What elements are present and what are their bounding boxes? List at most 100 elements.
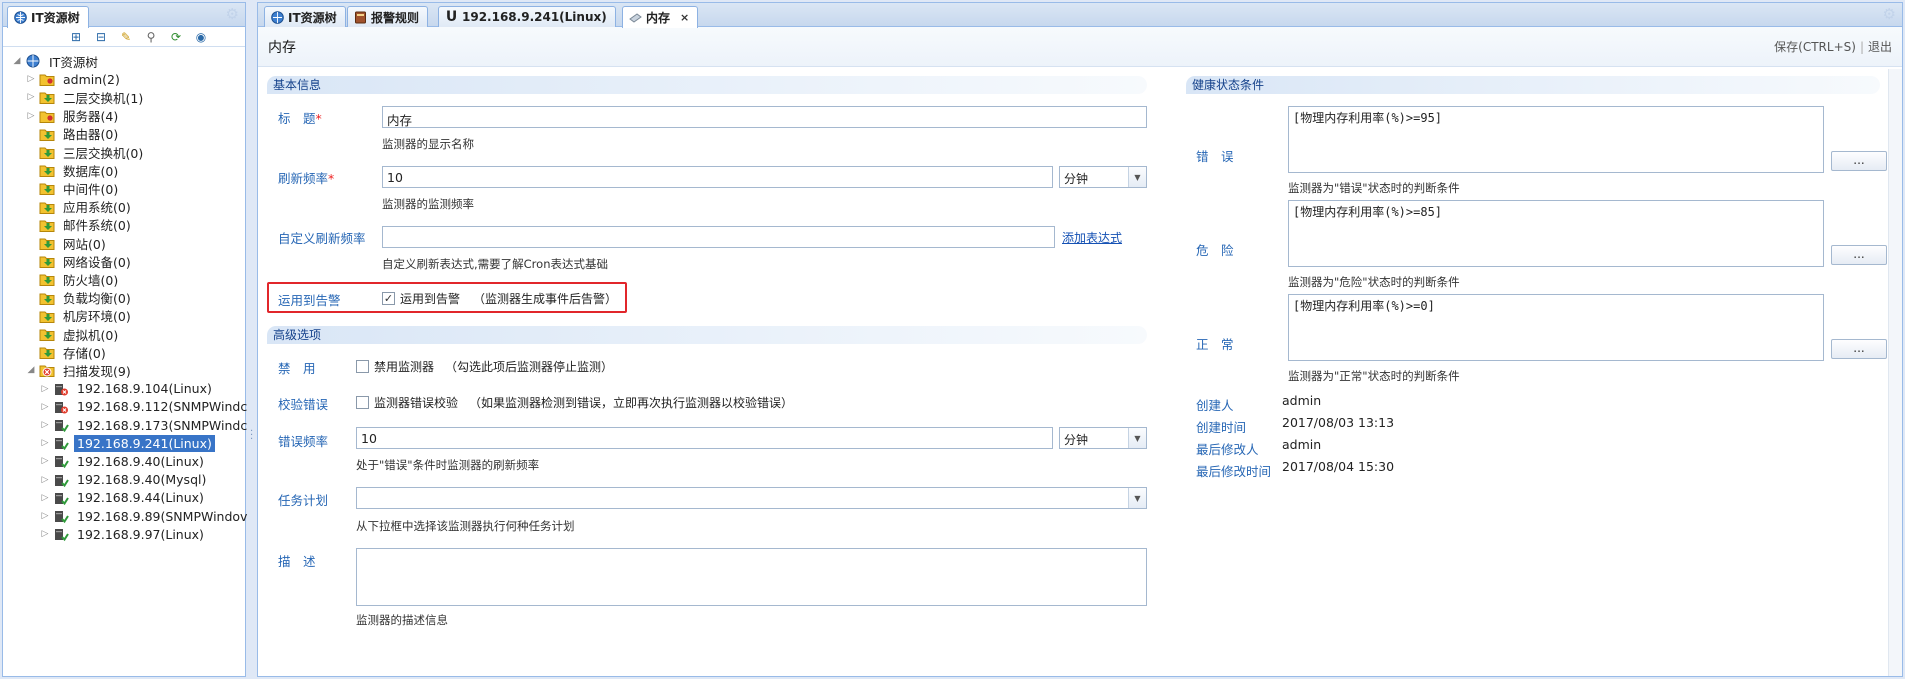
refresh-input[interactable]: 10 [382,166,1053,188]
tree-node[interactable]: ▷ 192.168.9.112(SNMPWindc [39,397,250,417]
description-textarea[interactable] [356,548,1147,606]
collapse-all-icon[interactable]: ⊟ [93,30,109,45]
collapse-toggle-icon[interactable]: ◢ [25,365,37,375]
folder-arrow-icon [39,344,55,360]
expand-toggle-icon[interactable]: ▷ [39,384,51,394]
tab-label: 内存 [646,11,671,25]
apply-alarm-note: （监测器生成事件后告警） [473,292,618,306]
folder-arrow-icon [39,162,55,178]
tree-node[interactable]: ▷ 192.168.9.241(Linux) [39,433,215,453]
expand-toggle-icon[interactable]: ▷ [39,529,51,539]
expand-toggle-icon[interactable]: ▷ [39,456,51,466]
tab-memory[interactable]: 内存 × [622,6,699,28]
save-button[interactable]: 保存(CTRL+S) [1774,38,1856,55]
tree-node[interactable]: ▷ 192.168.9.40(Linux) [39,451,207,471]
server-ok-icon [53,417,69,433]
section-advanced: 高级选项 [267,326,1147,344]
tree-node-label: 192.168.9.104(Linux) [77,381,212,397]
folder-arrow-icon [39,253,55,269]
globe-icon [25,53,41,69]
expand-toggle-icon[interactable]: ▷ [25,74,37,84]
server-ok-icon [53,526,69,542]
tree-node[interactable]: ▷ 192.168.9.97(Linux) [39,524,207,544]
disable-text: 禁用监测器 [374,360,435,374]
error-condition-textarea[interactable]: [物理内存利用率(%)>=95] [1288,106,1824,173]
custom-refresh-input[interactable] [382,226,1055,248]
refresh-unit-select[interactable]: 分钟 ▼ [1059,166,1147,188]
error-condition-edit-button[interactable]: ... [1831,151,1887,171]
tab-alarm-rules[interactable]: 报警规则 [347,6,429,27]
checkbox-empty-icon [356,396,369,409]
folder-arrow-icon [39,199,55,215]
refresh-icon[interactable]: ⟳ [168,30,184,45]
collapse-toggle-icon[interactable]: ◢ [11,56,23,66]
apply-alarm-checkbox[interactable]: ✓ 运用到告警 （监测器生成事件后告警） [382,290,617,307]
expand-toggle-icon[interactable]: ▷ [39,493,51,503]
locate-icon[interactable]: ✎ [118,30,134,45]
add-expression-link[interactable]: 添加表达式 [1062,229,1122,246]
exit-button[interactable]: 退出 [1868,38,1892,55]
danger-condition-edit-button[interactable]: ... [1831,245,1887,265]
chevron-down-icon[interactable]: ▼ [1128,428,1146,448]
verify-note: （如果监测器检测到错误，立即再次执行监测器以校验错误） [469,396,794,410]
description-hint: 监测器的描述信息 [356,613,448,627]
expand-toggle-icon[interactable]: ▷ [39,402,51,412]
server-error-icon [53,399,69,415]
tree-node[interactable]: ▷ 192.168.9.104(Linux) [39,379,215,399]
expand-toggle-icon[interactable]: ▷ [39,511,51,521]
search-icon[interactable]: ⚲ [143,30,159,45]
schedule-select[interactable]: ▼ [356,487,1147,509]
tree-node[interactable]: ▷ 192.168.9.89(SNMPWindov [39,506,250,526]
error-freq-unit-select[interactable]: 分钟 ▼ [1059,427,1147,449]
server-ok-icon [53,453,69,469]
danger-condition-textarea[interactable]: [物理内存利用率(%)>=85] [1288,200,1824,267]
custom-refresh-label: 自定义刷新频率 [278,231,366,246]
expand-toggle-icon[interactable]: ▷ [25,92,37,102]
tree-node[interactable]: ▷ 192.168.9.44(Linux) [39,488,207,508]
tree-node[interactable]: ◢ IT资源树 [11,51,101,71]
monitor-editor-panel: IT资源树 报警规则 U 192.168.9.241(Linux) 内存 × ⚙… [257,2,1903,677]
expand-toggle-icon[interactable]: ▷ [39,438,51,448]
error-condition-label: 错 误 [1196,149,1234,164]
tab-it-resource-tree-main[interactable]: IT资源树 [264,6,346,27]
error-freq-unit-value: 分钟 [1064,433,1089,447]
tree-node-label: 192.168.9.112(SNMPWindc [77,399,248,415]
normal-condition-edit-button[interactable]: ... [1831,339,1887,359]
normal-condition-textarea[interactable]: [物理内存利用率(%)>=0] [1288,294,1824,361]
tab-label: 报警规则 [371,10,420,25]
error-freq-label: 错误频率 [278,434,329,449]
gear-icon[interactable]: ⚙ [226,7,239,22]
server-ok-icon [53,508,69,524]
title-input[interactable]: 内存 [382,106,1147,128]
tree-node[interactable]: ▷ 192.168.9.173(SNMPWindc [39,415,250,435]
expand-toggle-icon[interactable]: ▷ [25,111,37,121]
tab-host-linux[interactable]: U 192.168.9.241(Linux) [438,6,616,27]
expand-toggle-icon[interactable]: ▷ [39,420,51,430]
view-icon[interactable]: ◉ [193,30,209,45]
danger-condition-label: 危 险 [1196,243,1234,258]
expand-toggle-icon[interactable]: ▷ [39,475,51,485]
page-header: 内存 保存(CTRL+S) | 退出 [258,27,1902,67]
folder-arrow-icon [39,290,55,306]
server-ok-icon [53,490,69,506]
globe-icon [14,11,27,24]
verify-checkbox[interactable]: 监测器错误校验 （如果监测器检测到错误，立即再次执行监测器以校验错误） [356,394,793,411]
tree-node[interactable]: ▷ 192.168.9.40(Mysql) [39,470,209,490]
tree-node-label: 192.168.9.40(Mysql) [77,472,207,488]
chevron-down-icon[interactable]: ▼ [1128,167,1146,187]
tab-it-resource-tree[interactable]: IT资源树 [7,6,89,28]
server-error-icon [53,381,69,397]
tree-node[interactable]: ◢ 扫描发现(9) [25,360,134,380]
left-tabbar: IT资源树 ⚙ [3,3,245,28]
close-tab-icon[interactable]: × [680,11,689,24]
gear-icon[interactable]: ⚙ [1883,7,1896,22]
expand-all-icon[interactable]: ⊞ [68,30,84,45]
vertical-scrollbar[interactable] [1888,69,1902,676]
title-label: 标 题* [278,111,322,126]
schedule-value [357,488,1128,508]
error-freq-input[interactable]: 10 [356,427,1053,449]
chevron-down-icon[interactable]: ▼ [1128,488,1146,508]
splitter-handle[interactable]: · · · [250,427,253,445]
disable-checkbox[interactable]: 禁用监测器 （勾选此项后监测器停止监测） [356,358,613,375]
schedule-label: 任务计划 [278,493,329,508]
